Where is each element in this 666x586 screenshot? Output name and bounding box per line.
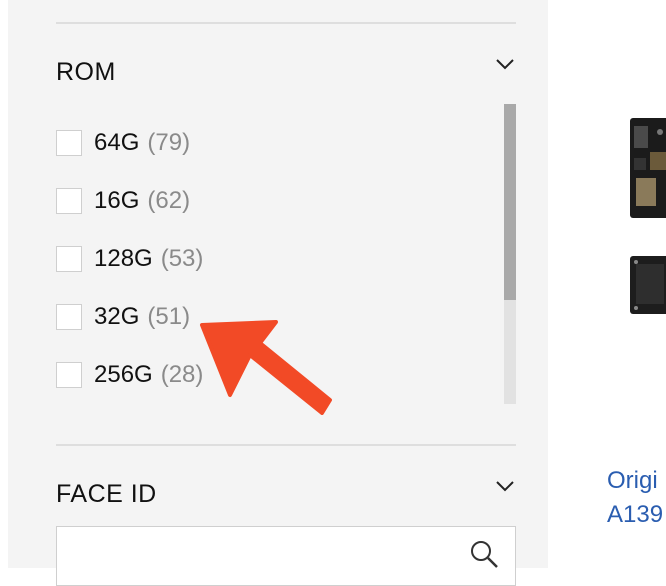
search-icon[interactable] [469,539,499,569]
option-label: 32G [94,303,140,330]
rom-options-list: 64G (79) 16G (62) 128G (53) 32G (51) 256… [56,125,496,405]
rom-option-32g[interactable]: 32G (51) [56,299,190,335]
product-image-part[interactable] [630,256,666,314]
rom-option-256g[interactable]: 256G (28) [56,357,203,393]
chevron-down-icon[interactable] [496,58,514,70]
option-label: 256G [94,361,153,388]
product-title-link[interactable]: Origi A139 [607,464,666,532]
top-divider [56,22,516,24]
chevron-down-icon[interactable] [496,480,514,492]
option-label: 16G [94,187,140,214]
option-label: 64G [94,129,140,156]
checkbox[interactable] [56,362,82,388]
checkbox[interactable] [56,304,82,330]
checkbox[interactable] [56,188,82,214]
section-divider [56,444,516,446]
rom-option-64g[interactable]: 64G (79) [56,125,190,161]
rom-option-16g[interactable]: 16G (62) [56,183,190,219]
rom-option-128g[interactable]: 128G (53) [56,241,203,277]
option-count: (51) [147,303,191,330]
checkbox[interactable] [56,246,82,272]
option-label: 128G [94,245,153,272]
rom-filter-title[interactable]: ROM [56,58,116,87]
filter-sidebar: ROM 64G (79) 16G (62) 128G (53) 32G (51)… [8,0,548,586]
product-title-line: A139 [607,501,664,528]
face-id-search-input[interactable] [56,526,516,586]
checkbox[interactable] [56,130,82,156]
option-count: (53) [160,245,204,272]
face-id-filter-title[interactable]: FACE ID [56,480,157,509]
rom-list-scrollbar[interactable] [504,104,516,404]
option-count: (28) [160,361,204,388]
option-count: (62) [147,187,191,214]
option-count: (79) [147,129,191,156]
product-image-board[interactable] [630,118,666,218]
product-title-line: Origi [607,467,658,494]
scrollbar-thumb[interactable] [504,104,516,300]
